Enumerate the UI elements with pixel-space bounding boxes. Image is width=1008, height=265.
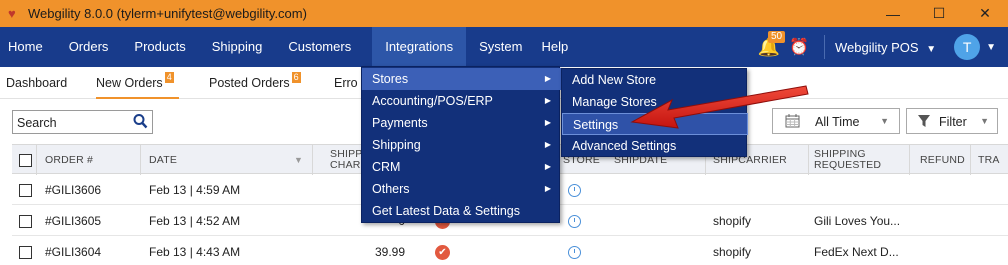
ship-carrier: shopify — [713, 245, 752, 259]
tab-label: Posted Orders — [209, 76, 290, 90]
menu-item-label: Others — [372, 182, 410, 196]
menu-item-accounting[interactable]: Accounting/POS/ERP ▶ — [362, 90, 561, 112]
chevron-right-icon: ▶ — [544, 184, 551, 193]
account-name: Webgility POS — [834, 39, 919, 55]
select-all-checkbox[interactable] — [19, 145, 32, 175]
alarm-clock-icon[interactable]: ⏰ — [784, 37, 814, 57]
account-selector[interactable]: Webgility POS ▼ — [835, 40, 936, 55]
notifications-button[interactable]: 🔔 50 — [754, 27, 786, 67]
menu-item-label: Get Latest Data & Settings — [372, 204, 520, 218]
maximize-button[interactable]: ☐ — [916, 0, 962, 27]
search-input[interactable]: Search — [12, 110, 153, 134]
tab-label: New Orders — [96, 76, 163, 90]
tab-label: Dashboard — [6, 76, 68, 90]
chevron-right-icon: ▶ — [544, 96, 551, 105]
shipping-requested: Gili Loves You... — [814, 214, 901, 228]
nav-products[interactable]: Products — [121, 27, 198, 67]
chevron-down-icon[interactable]: ▼ — [986, 42, 996, 53]
tab-posted-orders[interactable]: Posted Orders 6 — [209, 67, 301, 99]
menu-item-label: Accounting/POS/ERP — [372, 94, 493, 108]
integrations-menu: Stores ▶ Accounting/POS/ERP ▶ Payments ▶ Sh… — [361, 66, 561, 223]
menu-item-shipping[interactable]: Shipping ▶ — [362, 134, 561, 156]
search-placeholder: Search — [17, 116, 57, 130]
column-header-tracking[interactable]: TRA — [978, 145, 1000, 175]
funnel-icon — [917, 114, 931, 131]
menu-item-advanced-settings[interactable]: Advanced Settings — [562, 135, 748, 157]
column-header-refund[interactable]: REFUND — [920, 145, 965, 175]
store-clock-icon — [568, 175, 581, 205]
order-number[interactable]: #GILI3606 — [45, 175, 101, 205]
nav-shipping[interactable]: Shipping — [199, 27, 276, 67]
date-range-value: All Time — [815, 115, 860, 129]
chevron-right-icon: ▶ — [544, 162, 551, 171]
menu-item-stores[interactable]: Stores ▶ — [362, 68, 561, 90]
row-checkbox[interactable] — [19, 237, 32, 265]
chevron-down-icon: ▼ — [980, 116, 989, 126]
notification-count-badge: 50 — [767, 31, 786, 43]
menu-item-label: Shipping — [372, 138, 421, 152]
chevron-down-icon: ▼ — [880, 116, 889, 126]
row-checkbox[interactable] — [19, 206, 32, 236]
window-title: Webgility 8.0.0 (tylerm+unifytest@webgil… — [28, 6, 307, 21]
tab-dashboard[interactable]: Dashboard — [6, 67, 67, 99]
order-number[interactable]: #GILI3605 — [45, 206, 101, 236]
store-clock-icon — [568, 237, 581, 265]
status-ok-icon: ✔ — [435, 237, 450, 265]
close-button[interactable]: ✕ — [962, 0, 1008, 27]
nav-system[interactable]: System — [466, 27, 535, 67]
order-number[interactable]: #GILI3604 — [45, 237, 101, 265]
table-row[interactable]: #GILI3604 Feb 13 | 4:43 AM 39.99 ✔ shopi… — [12, 237, 1008, 265]
filter-label: Filter — [939, 115, 967, 129]
nav-orders[interactable]: Orders — [56, 27, 122, 67]
chevron-right-icon: ▶ — [544, 140, 551, 149]
menu-item-others[interactable]: Others ▶ — [362, 178, 561, 200]
menu-item-get-latest-data[interactable]: Get Latest Data & Settings — [362, 200, 561, 222]
column-header-shipping-requested[interactable]: SHIPPING REQUESTED — [814, 145, 881, 175]
menu-item-label: Stores — [372, 72, 409, 86]
nav-home[interactable]: Home — [0, 27, 56, 67]
shipping-charge: 39.99 — [374, 245, 405, 259]
user-avatar[interactable]: T — [954, 34, 981, 60]
filter-button[interactable]: Filter ▼ — [906, 108, 998, 134]
sort-desc-icon[interactable]: ▼ — [294, 145, 303, 175]
nav-customers[interactable]: Customers — [275, 27, 364, 67]
nav-help[interactable]: Help — [535, 27, 581, 67]
chevron-right-icon: ▶ — [544, 118, 551, 127]
main-nav: Home Orders Products Shipping Customers … — [0, 27, 1008, 67]
menu-item-payments[interactable]: Payments ▶ — [362, 112, 561, 134]
annotation-arrow — [630, 85, 809, 129]
order-date: Feb 13 | 4:52 AM — [149, 214, 241, 228]
tab-new-orders[interactable]: New Orders 4 — [96, 67, 179, 99]
tab-count-badge: 6 — [291, 72, 301, 83]
search-icon[interactable] — [133, 113, 149, 131]
tab-count-badge: 4 — [164, 72, 174, 83]
menu-item-label: Payments — [372, 116, 428, 130]
shipping-requested: FedEx Next D... — [814, 245, 899, 259]
column-header-shipping-charge[interactable]: SHIPP CHAR — [330, 145, 363, 175]
nav-integrations[interactable]: Integrations — [372, 27, 467, 67]
menu-item-label: CRM — [372, 160, 401, 174]
column-header-date[interactable]: DATE — [149, 145, 177, 175]
column-header-order[interactable]: ORDER # — [45, 145, 93, 175]
minimize-button[interactable]: — — [870, 0, 916, 27]
chevron-right-icon: ▶ — [544, 74, 551, 83]
row-checkbox[interactable] — [19, 175, 32, 205]
nav-divider — [823, 35, 825, 59]
order-date: Feb 13 | 4:43 AM — [149, 245, 241, 259]
app-logo-icon: ♥ — [8, 5, 16, 21]
title-bar: ♥ Webgility 8.0.0 (tylerm+unifytest@webg… — [0, 0, 1008, 27]
store-clock-icon — [568, 206, 581, 236]
caret-down-icon: ▼ — [926, 43, 937, 55]
ship-carrier: shopify — [713, 214, 752, 228]
menu-item-crm[interactable]: CRM ▶ — [362, 156, 561, 178]
tab-label: Erro — [334, 76, 358, 90]
order-date: Feb 13 | 4:59 AM — [149, 183, 241, 197]
tab-errors[interactable]: Erro — [334, 67, 358, 99]
